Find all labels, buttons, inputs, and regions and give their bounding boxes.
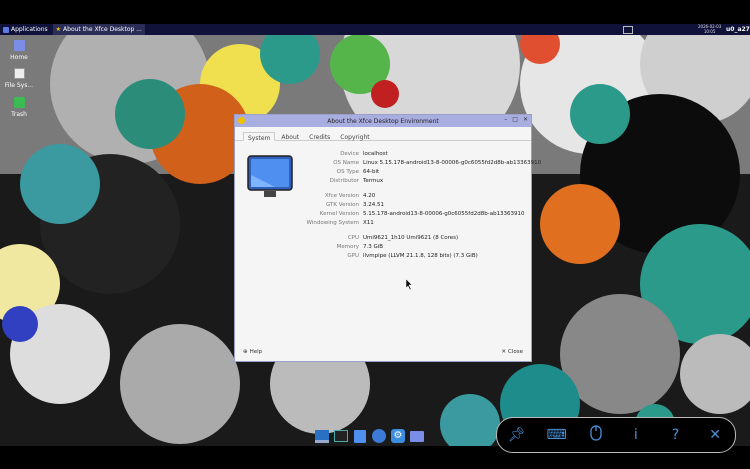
info-value: 4.20 [363,193,376,199]
browser-icon[interactable] [371,428,387,444]
mouse-pointer-icon [405,275,413,294]
info-value: X11 [363,220,374,226]
desktop-icon-filesystem[interactable]: File Sys... [1,68,37,89]
xfce-star-icon: ★ [55,26,62,33]
close-icon[interactable]: ✕ [705,427,725,443]
show-desktop-icon[interactable] [314,428,330,444]
top-panel: Applications ★ About the Xfce Desktop ..… [0,24,750,35]
settings-icon[interactable]: ⚙ [390,428,406,444]
info-key: GPU [347,253,359,259]
mouse-icon[interactable] [586,425,606,445]
info-value: localhost [363,151,388,157]
clock[interactable]: 2026-02-03 10:05 [698,24,721,34]
info-value: 3.24.51 [363,202,384,208]
control-toolbar: 📌︎ ⌨ i ? ✕ [496,417,736,453]
info-key: Xfce Version [324,193,359,199]
desktop-icon-label: Trash [11,111,27,118]
dialog-tabs: System About Credits Copyright [235,127,531,142]
file-manager-icon[interactable] [352,428,368,444]
close-button[interactable]: ✕ Close [501,349,523,355]
info-key: OS Type [336,169,359,175]
info-value: 5.15.178-android13-8-00006-g0c6055fd2d8b… [363,211,525,217]
folder-icon[interactable] [409,428,425,444]
computer-monitor-icon [247,155,293,203]
help-button-label: Help [249,349,263,355]
close-icon: ✕ [501,349,507,355]
info-key: Distributor [329,178,359,184]
pin-icon[interactable]: 📌︎ [507,427,527,443]
applications-menu-label: Applications [11,26,48,33]
taskbar-item-about[interactable]: ★ About the Xfce Desktop ... [52,24,145,35]
info-key: Memory [336,244,359,250]
desktop-icon-label: File Sys... [4,82,34,89]
info-key: GTK Version [325,202,359,208]
about-dialog: About the Xfce Desktop Environment – □ ✕… [234,114,541,362]
minimize-icon[interactable]: – [504,116,507,123]
tab-credits[interactable]: Credits [305,132,334,141]
drive-icon [13,68,25,79]
info-key: CPU [347,235,359,241]
info-key: Kernel Version [319,211,359,217]
clock-time: 10:05 [703,29,716,34]
applications-menu-button[interactable]: Applications [0,24,51,35]
applications-menu-icon [3,26,9,33]
dialog-title: About the Xfce Desktop Environment [327,117,439,125]
terminal-icon[interactable] [333,428,349,444]
info-value: 7.3 GiB [363,244,384,250]
info-value: Linux 5.15.178-android13-8-00006-g0c6055… [363,160,542,166]
bottom-dock: ⚙ [314,426,425,446]
help-icon: ⊕ [243,349,248,355]
info-value: 64-bit [363,169,380,175]
info-key: OS Name [333,160,359,166]
workspace-switcher[interactable] [623,26,633,34]
info-key: Device [340,151,359,157]
home-folder-icon [13,40,25,51]
trash-icon [13,97,25,108]
window-menu-icon[interactable] [238,117,245,124]
info-value: Termux [363,178,384,184]
desktop-icon-home[interactable]: Home [1,40,37,61]
close-button-label: Close [508,349,523,355]
info-value: Umi9621_1h10 Umi9621 (8 Cores) [363,235,459,241]
tab-copyright[interactable]: Copyright [336,132,373,141]
help-icon[interactable]: ? [665,427,685,443]
keyboard-icon[interactable]: ⌨ [546,427,566,443]
info-key: Windowing System [306,220,359,226]
tab-about[interactable]: About [277,132,303,141]
info-value: llvmpipe (LLVM 21.1.8, 128 bits) (7.3 Gi… [363,253,478,259]
desktop-icon-label: Home [10,54,28,61]
maximize-icon[interactable]: □ [512,116,518,123]
info-icon[interactable]: i [626,427,646,443]
close-window-icon[interactable]: ✕ [523,116,528,123]
help-button[interactable]: ⊕ Help [243,349,262,355]
tab-system[interactable]: System [243,132,276,142]
desktop-icon-trash[interactable]: Trash [1,97,37,118]
taskbar-item-label: About the Xfce Desktop ... [63,26,142,33]
user-menu[interactable]: u0_a278 [726,26,750,33]
dialog-titlebar[interactable]: About the Xfce Desktop Environment – □ ✕ [235,115,531,127]
